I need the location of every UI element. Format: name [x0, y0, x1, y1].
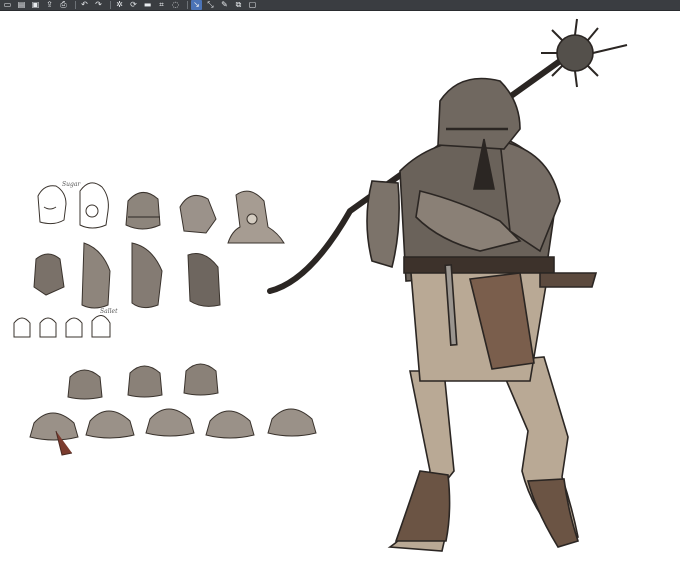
transform-icon[interactable]: ⤡ — [205, 0, 216, 10]
fill-icon[interactable]: ▬ — [142, 0, 153, 10]
helmet-sketch-5 — [81, 242, 111, 309]
sketch-label-hood: Sugar — [62, 181, 81, 188]
toolbar-separator — [187, 1, 188, 9]
hood-sketch-2 — [79, 182, 109, 229]
helmet-sketch-4 — [33, 253, 65, 296]
print-icon[interactable]: ⎙ — [58, 0, 69, 10]
helmet-sketch-1 — [125, 192, 161, 230]
artwork-svg — [13, 18, 628, 552]
small-helmet-sketches — [13, 315, 111, 338]
knight-torso — [399, 138, 598, 382]
lasso-icon[interactable]: ◌ — [170, 0, 181, 10]
sallet-row-1 — [67, 363, 219, 400]
loading-icon[interactable]: ✲ — [114, 0, 125, 10]
helmet-sketch-3 — [227, 190, 285, 244]
drawing-canvas[interactable]: Sugar Sallet — [0, 11, 680, 563]
layer-icon[interactable]: ⧉ — [233, 0, 244, 10]
new-file-icon[interactable]: ▭ — [2, 0, 13, 10]
helmet-sketch-2 — [179, 194, 217, 234]
helmet-sketch-6 — [131, 242, 163, 309]
helmet-sketch-7 — [187, 253, 221, 307]
clear-icon[interactable]: ⟳ — [128, 0, 139, 10]
toolbar-separator — [110, 1, 111, 9]
knight-figure — [267, 18, 628, 552]
window-icon[interactable]: ▢ — [247, 0, 258, 10]
open-file-icon[interactable]: ▤ — [16, 0, 27, 10]
hood-sketch-1 — [37, 185, 67, 225]
knight-legs — [387, 356, 580, 552]
redo-icon[interactable]: ↷ — [93, 0, 104, 10]
toolbar-separator — [75, 1, 76, 9]
crop-icon[interactable]: ⌗ — [156, 0, 167, 10]
sketch-label-sallet: Sallet — [100, 308, 118, 315]
pen-icon[interactable]: ✎ — [219, 0, 230, 10]
undo-icon[interactable]: ↶ — [79, 0, 90, 10]
move-icon[interactable]: ↘ — [191, 0, 202, 10]
export-icon[interactable]: ⇪ — [44, 0, 55, 10]
helmet-studies — [13, 182, 317, 456]
sallet-row-2 — [29, 408, 317, 441]
save-icon[interactable]: ▣ — [30, 0, 41, 10]
app-toolbar: ▭ ▤ ▣ ⇪ ⎙ ↶ ↷ ✲ ⟳ ▬ ⌗ ◌ ↘ ⤡ ✎ ⧉ ▢ — [0, 0, 680, 11]
